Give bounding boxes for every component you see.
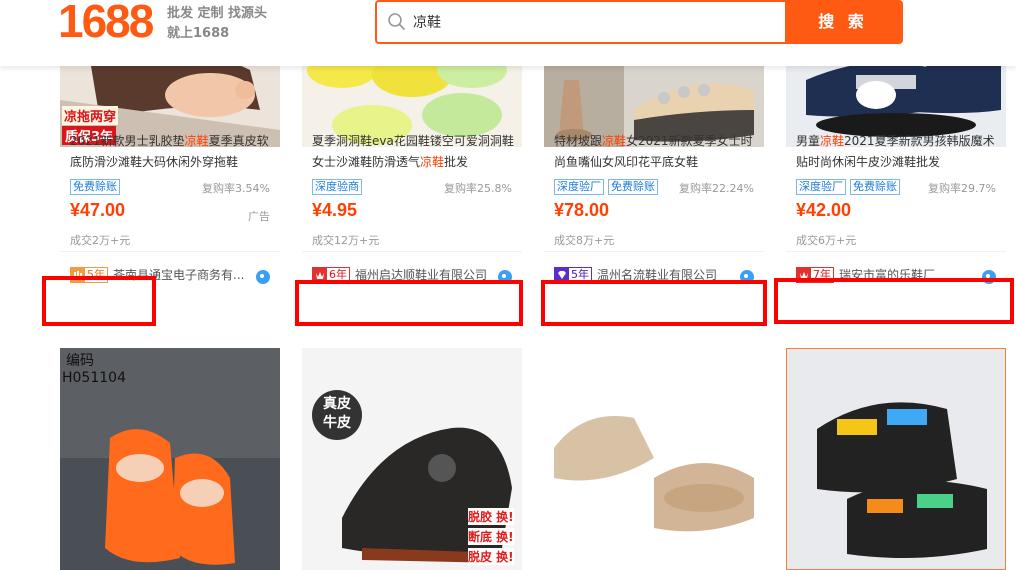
- tag-deep-verified-factory: 深度验厂: [796, 179, 846, 195]
- price: ¥78.00: [554, 200, 610, 220]
- repeat-rate: 复购率3.54%: [202, 182, 270, 195]
- deal-volume: 成交12万+元: [312, 234, 380, 247]
- deal-volume: 成交6万+元: [796, 234, 857, 247]
- highlight-box: [541, 280, 767, 326]
- service-tags: 深度验商: [312, 179, 362, 195]
- page: 1688 批发 定制 找源头 就上1688 搜 索 凉拖两穿 质保3: [0, 0, 1016, 570]
- tag-free-credit: 免费赊账: [850, 179, 900, 195]
- site-logo[interactable]: 1688: [58, 0, 154, 44]
- product-card[interactable]: [544, 348, 764, 570]
- tag-deep-verified-factory: 深度验厂: [554, 179, 604, 195]
- product-image[interactable]: [544, 348, 764, 570]
- deal-volume: 成交8万+元: [554, 234, 615, 247]
- divider: [544, 251, 764, 252]
- service-tags: 深度验厂 免费赊账: [796, 179, 900, 195]
- tag-free-credit: 免费赊账: [608, 179, 658, 195]
- service-tags: 深度验厂 免费赊账: [554, 179, 658, 195]
- search-input[interactable]: [413, 2, 783, 42]
- repeat-rate: 复购率22.24%: [679, 182, 754, 195]
- divider: [786, 251, 1006, 252]
- highlight-box: [42, 276, 156, 326]
- product-image[interactable]: 编码 H051104: [60, 348, 280, 570]
- slogan-line-1: 批发 定制 找源头: [167, 6, 268, 21]
- search-button[interactable]: 搜 索: [785, 2, 901, 42]
- chat-icon[interactable]: [256, 270, 270, 284]
- ad-label: 广告: [248, 210, 270, 223]
- top-header: 1688 批发 定制 找源头 就上1688 搜 索: [0, 0, 1016, 66]
- service-tags: 免费赊账: [70, 179, 120, 195]
- flat-sandal-photo: [544, 348, 764, 570]
- search-icon: [388, 13, 405, 30]
- product-title[interactable]: 男童凉鞋2021夏季新款男孩韩版魔术贴时尚休闲牛皮沙滩鞋批发: [796, 131, 999, 173]
- slogan: 批发 定制 找源头 就上1688: [167, 4, 279, 44]
- repeat-rate: 复购率25.8%: [444, 182, 512, 195]
- product-card[interactable]: [786, 348, 1006, 570]
- highlight-box: [295, 280, 523, 326]
- product-image[interactable]: [787, 349, 1005, 569]
- product-title[interactable]: 特材坡跟凉鞋女2021新款夏季女士时尚鱼嘴仙女风印花平底女鞋: [554, 131, 757, 173]
- slogan-line-2: 就上1688: [167, 26, 230, 41]
- sport-sandal-photo: [787, 349, 1005, 569]
- price: ¥4.95: [312, 200, 358, 220]
- promo-overlay-1: 凉拖两穿: [62, 106, 119, 125]
- product-title[interactable]: 夏季洞洞鞋eva花园鞋镂空可爱洞洞鞋女士沙滩鞋防滑透气凉鞋批发: [312, 131, 515, 173]
- price: ¥42.00: [796, 200, 852, 220]
- divider: [302, 251, 522, 252]
- product-card[interactable]: 编码 H051104: [60, 348, 280, 570]
- image-code-value: H051104: [62, 370, 126, 386]
- deal-volume: 成交2万+元: [70, 234, 131, 247]
- repeat-rate: 复购率29.7%: [928, 182, 996, 195]
- image-overlay-warranty-1: 脱胶 换!: [468, 508, 514, 525]
- image-overlay-genuine: 真皮 牛皮: [312, 390, 362, 440]
- image-overlay-warranty-3: 脱皮 换!: [468, 548, 514, 565]
- search-box: 搜 索: [375, 0, 903, 44]
- highlight-box: [774, 278, 1014, 324]
- tag-free-credit: 免费赊账: [70, 179, 120, 195]
- image-overlay-warranty-2: 断底 换!: [468, 528, 514, 545]
- price: ¥47.00: [70, 200, 126, 220]
- divider: [60, 251, 280, 252]
- product-card[interactable]: 真皮 牛皮 脱胶 换! 断底 换! 脱皮 换!: [302, 348, 522, 570]
- product-title[interactable]: 2021新款男士乳胶垫凉鞋夏季真皮软底防滑沙滩鞋大码休闲外穿拖鞋: [70, 131, 273, 173]
- product-image[interactable]: 真皮 牛皮 脱胶 换! 断底 换! 脱皮 换!: [302, 348, 522, 570]
- tag-deep-verified-merchant: 深度验商: [312, 179, 362, 195]
- image-code-label: 编码: [66, 353, 94, 369]
